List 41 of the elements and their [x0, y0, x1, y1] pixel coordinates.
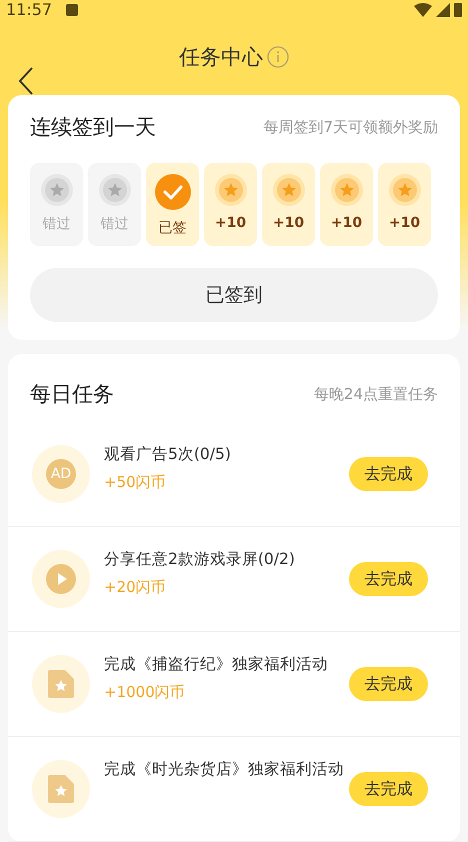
ad-label: AD — [50, 466, 72, 482]
day-label: +10 — [330, 215, 362, 231]
task-reward: +50闪币 — [104, 473, 167, 492]
star-coin-icon — [272, 173, 306, 207]
task-title: 完成《时光杂货店》独家福利活动 — [104, 759, 345, 780]
day-label: 已签 — [158, 219, 186, 237]
play-icon — [46, 564, 76, 594]
do-task-button[interactable]: 去完成 — [349, 457, 428, 491]
ad-icon — [46, 459, 76, 489]
document-star-icon — [48, 775, 74, 803]
day-label: +10 — [388, 215, 420, 231]
day-label: +10 — [272, 215, 304, 231]
signal-icon — [436, 2, 450, 16]
check-icon — [154, 173, 192, 211]
status-time: 11:57 — [6, 0, 52, 19]
wifi-icon — [414, 2, 432, 16]
star-coin-icon — [98, 173, 132, 207]
task-title: 完成《捕盗行纪》独家福利活动 — [104, 654, 329, 675]
task-title: 分享任意2款游戏录屏(0/2) — [104, 549, 296, 570]
star-coin-icon — [388, 173, 422, 207]
task-title: 观看广告5次(0/5) — [104, 444, 232, 465]
page-title: 任务中心 — [179, 44, 263, 71]
star-coin-icon — [40, 173, 74, 207]
task-reward: +1000闪币 — [104, 683, 186, 702]
day-label: 错过 — [100, 215, 128, 233]
checkin-hint: 每周签到7天可领额外奖励 — [263, 118, 438, 136]
task-reward: +20闪币 — [104, 578, 167, 597]
battery-icon — [454, 2, 462, 17]
do-task-button[interactable]: 去完成 — [349, 772, 428, 806]
document-star-icon — [48, 670, 74, 698]
day-label: 错过 — [42, 215, 70, 233]
checkin-title: 连续签到一天 — [30, 114, 156, 141]
do-task-button[interactable]: 去完成 — [349, 562, 428, 596]
star-coin-icon — [214, 173, 248, 207]
star-coin-icon — [330, 173, 364, 207]
notification-icon — [66, 4, 78, 16]
daily-hint: 每晚24点重置任务 — [314, 384, 438, 404]
do-task-button[interactable]: 去完成 — [349, 667, 428, 701]
day-label: +10 — [214, 215, 246, 231]
back-icon[interactable] — [18, 66, 34, 96]
daily-title: 每日任务 — [30, 381, 114, 408]
